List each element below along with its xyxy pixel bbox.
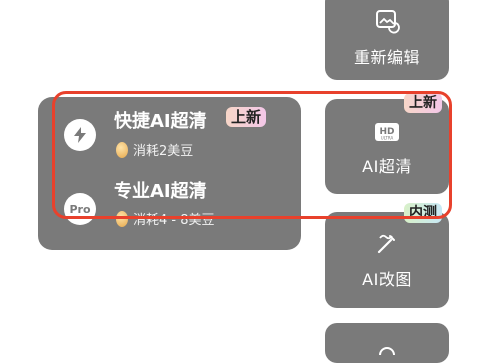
- re-edit-button[interactable]: 重新编辑: [325, 0, 449, 80]
- hd-icon-subtext: ULTRA: [381, 136, 394, 141]
- bean-icon: [116, 210, 128, 227]
- more-tool-button[interactable]: [325, 323, 449, 363]
- quick-upscale-cost: 消耗2美豆: [116, 140, 193, 159]
- quick-upscale-title: 快捷AI超清: [114, 111, 207, 132]
- pro-upscale-cost: 消耗4 - 8美豆: [116, 209, 215, 228]
- image-edit-icon: [376, 10, 400, 34]
- pro-icon-text: Pro: [69, 202, 91, 216]
- magic-wand-icon: [377, 234, 395, 254]
- pro-upscale-cost-text: 消耗4 - 8美豆: [133, 213, 215, 228]
- hd-icon: HD ULTRA: [375, 123, 399, 141]
- re-edit-label: 重新编辑: [353, 48, 420, 67]
- quick-upscale-new-badge: 上新: [226, 107, 267, 127]
- quick-upscale-option[interactable]: 快捷AI超清 上新 消耗2美豆: [38, 97, 301, 167]
- ai-upscale-button[interactable]: HD ULTRA AI超清: [325, 99, 449, 194]
- partial-icon: [379, 347, 395, 356]
- beta-badge: 内测: [404, 203, 442, 223]
- lightning-icon: [64, 119, 96, 151]
- upscale-options-panel: 快捷AI超清 上新 消耗2美豆 Pro 专业AI超清 消耗4 - 8美豆: [38, 97, 301, 250]
- pro-icon: Pro: [64, 193, 96, 225]
- bean-icon: [116, 141, 128, 158]
- quick-upscale-cost-text: 消耗2美豆: [133, 144, 194, 159]
- ai-edit-label: AI改图: [362, 270, 412, 289]
- pro-upscale-option[interactable]: Pro 专业AI超清 消耗4 - 8美豆: [38, 177, 301, 247]
- new-badge: 上新: [404, 93, 442, 113]
- pro-upscale-title: 专业AI超清: [114, 181, 207, 202]
- ai-upscale-label: AI超清: [362, 157, 412, 176]
- ai-edit-button[interactable]: AI改图: [325, 212, 449, 308]
